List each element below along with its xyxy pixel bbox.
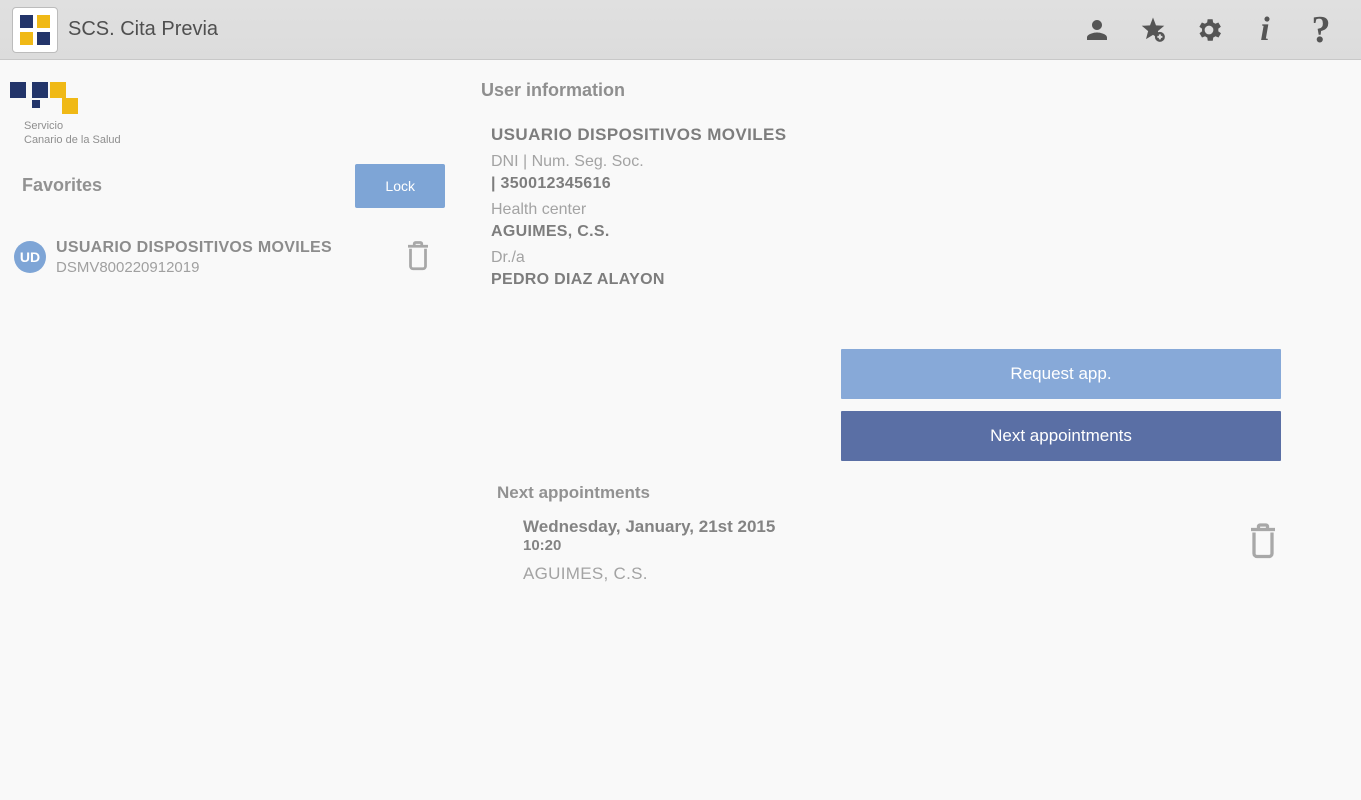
sidebar: Servicio Canario de la Salud Favorites L…: [0, 60, 445, 800]
app-logo-icon: [12, 7, 58, 53]
favorite-id: DSMV800220912019: [56, 259, 332, 276]
appointment-item: Wednesday, January, 21st 2015 10:20 AGUI…: [481, 517, 1301, 584]
favorite-name: USUARIO DISPOSITIVOS MOVILES: [56, 239, 332, 257]
lock-button[interactable]: Lock: [355, 164, 445, 208]
main-area: Servicio Canario de la Salud Favorites L…: [0, 60, 1361, 800]
user-icon[interactable]: [1069, 2, 1125, 58]
doctor-value: PEDRO DIAZ ALAYON: [491, 271, 1301, 289]
help-icon[interactable]: ?: [1293, 2, 1349, 58]
user-info-title: User information: [481, 80, 1301, 101]
brand-line2: Canario de la Salud: [24, 134, 445, 148]
brand-line1: Servicio: [24, 120, 445, 134]
delete-favorite-button[interactable]: [403, 236, 441, 279]
appointment-location: AGUIMES, C.S.: [523, 564, 775, 584]
appointment-time: 10:20: [523, 537, 775, 554]
delete-appointment-button[interactable]: [1245, 517, 1281, 568]
app-header: SCS. Cita Previa i ?: [0, 0, 1361, 60]
next-appointments-button[interactable]: Next appointments: [841, 411, 1281, 461]
user-name: USUARIO DISPOSITIVOS MOVILES: [491, 125, 1301, 145]
next-appointments-title: Next appointments: [497, 483, 1301, 503]
health-center-label: Health center: [491, 201, 1301, 219]
appointment-date: Wednesday, January, 21st 2015: [523, 517, 775, 537]
brand-text: Servicio Canario de la Salud: [24, 120, 445, 148]
favorites-icon[interactable]: [1125, 2, 1181, 58]
detail-pane: User information USUARIO DISPOSITIVOS MO…: [445, 60, 1361, 800]
settings-icon[interactable]: [1181, 2, 1237, 58]
favorites-heading: Favorites: [22, 175, 102, 196]
doctor-label: Dr./a: [491, 249, 1301, 267]
id-label: DNI | Num. Seg. Soc.: [491, 153, 1301, 171]
request-appointment-button[interactable]: Request app.: [841, 349, 1281, 399]
app-title: SCS. Cita Previa: [68, 18, 218, 41]
avatar: UD: [14, 241, 46, 273]
info-icon[interactable]: i: [1237, 2, 1293, 58]
favorite-item[interactable]: UD USUARIO DISPOSITIVOS MOVILES DSMV8002…: [10, 236, 445, 279]
brand-block: Servicio Canario de la Salud: [10, 80, 445, 148]
id-value: | 350012345616: [491, 175, 1301, 193]
health-center-value: AGUIMES, C.S.: [491, 223, 1301, 241]
